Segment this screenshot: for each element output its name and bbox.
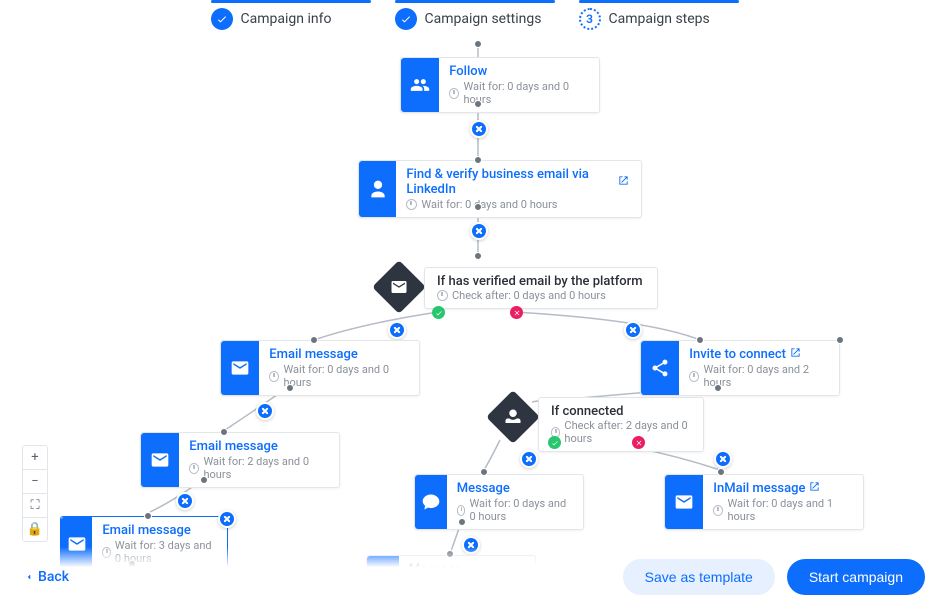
share-icon xyxy=(641,341,679,395)
node-title: InMail message xyxy=(713,481,805,496)
port[interactable] xyxy=(696,336,704,344)
clock-icon xyxy=(437,290,448,301)
zoom-in-button[interactable]: + xyxy=(23,446,47,469)
node-subtitle: Wait for: 0 days and 0 hours xyxy=(469,497,571,523)
node-invite-connect[interactable]: Invite to connect Wait for: 0 days and 2… xyxy=(640,340,840,396)
decision-connected-body[interactable]: If connected Check after: 2 days and 0 h… xyxy=(538,397,704,452)
clock-icon xyxy=(269,371,279,382)
port[interactable] xyxy=(474,100,482,108)
node-follow[interactable]: Follow Wait for: 0 days and 0 hours xyxy=(400,57,600,113)
envelope-icon xyxy=(665,475,703,529)
clock-icon xyxy=(406,199,417,210)
decision-connected-diamond[interactable] xyxy=(486,390,540,444)
node-title: If has verified email by the platform xyxy=(437,274,645,289)
port[interactable] xyxy=(714,384,722,392)
port[interactable] xyxy=(286,384,294,392)
port[interactable] xyxy=(474,203,482,211)
delete-connector-button[interactable] xyxy=(470,222,488,240)
external-link-icon[interactable] xyxy=(790,347,801,362)
node-title: Email message xyxy=(269,347,407,362)
port[interactable] xyxy=(480,468,488,476)
node-title: If connected xyxy=(551,404,691,419)
port[interactable] xyxy=(458,518,466,526)
wizard-stepper: Campaign info Campaign settings 3 Campai… xyxy=(0,0,949,30)
node-subtitle: Wait for: 0 days and 2 hours xyxy=(703,363,827,389)
node-title: Message xyxy=(457,481,571,496)
node-subtitle: Wait for: 0 days and 0 hours xyxy=(283,363,407,389)
clock-icon xyxy=(457,505,466,516)
delete-connector-button[interactable] xyxy=(520,450,538,468)
node-email-2[interactable]: Email message Wait for: 2 days and 0 hou… xyxy=(140,432,340,488)
step-number: 3 xyxy=(579,8,601,30)
delete-connector-button[interactable] xyxy=(388,321,406,339)
node-title: Email message xyxy=(189,439,327,454)
fit-screen-button[interactable]: ⛶ xyxy=(23,493,47,517)
delete-connector-button[interactable] xyxy=(256,402,274,420)
decision-no-icon xyxy=(510,306,523,319)
node-email-1[interactable]: Email message Wait for: 0 days and 0 hou… xyxy=(220,340,420,396)
back-label: Back xyxy=(38,569,69,585)
port[interactable] xyxy=(310,336,318,344)
port[interactable] xyxy=(220,428,228,436)
node-title: Email message xyxy=(102,523,215,538)
step-label: Campaign settings xyxy=(425,11,542,27)
node-inmail[interactable]: InMail message Wait for: 0 days and 1 ho… xyxy=(664,474,864,530)
decision-verified-email-body[interactable]: If has verified email by the platform Ch… xyxy=(424,267,658,309)
node-subtitle: Check after: 2 days and 0 hours xyxy=(564,419,691,445)
save-template-button[interactable]: Save as template xyxy=(623,559,775,595)
port[interactable] xyxy=(717,468,725,476)
step-label: Campaign info xyxy=(241,11,332,27)
port[interactable] xyxy=(474,156,482,164)
start-campaign-button[interactable]: Start campaign xyxy=(787,559,925,595)
decision-yes-icon xyxy=(548,436,561,449)
external-link-icon[interactable] xyxy=(809,481,820,496)
chat-icon xyxy=(415,475,447,529)
port[interactable] xyxy=(836,336,844,344)
decision-yes-icon xyxy=(432,306,445,319)
chevron-left-icon xyxy=(24,572,34,582)
external-link-icon[interactable] xyxy=(618,175,629,190)
clock-icon xyxy=(689,371,699,382)
stepper-campaign-steps[interactable]: 3 Campaign steps xyxy=(579,8,739,30)
decision-verified-email-diamond[interactable] xyxy=(372,260,426,314)
zoom-out-button[interactable]: − xyxy=(23,469,47,493)
clock-icon xyxy=(713,505,723,516)
delete-connector-button[interactable] xyxy=(470,120,488,138)
port[interactable] xyxy=(474,252,482,260)
node-title: Follow xyxy=(449,64,587,79)
stepper-campaign-settings[interactable]: Campaign settings xyxy=(395,8,555,30)
delete-connector-button[interactable] xyxy=(714,450,732,468)
decision-no-icon xyxy=(632,436,645,449)
delete-connector-button[interactable] xyxy=(624,321,642,339)
footer-bar: Back Save as template Start campaign xyxy=(0,547,949,615)
node-message-1[interactable]: Message Wait for: 0 days and 0 hours xyxy=(414,474,584,530)
clock-icon xyxy=(189,463,199,474)
node-find-verify-email[interactable]: Find & verify business email via LinkedI… xyxy=(358,160,642,218)
back-button[interactable]: Back xyxy=(24,569,69,585)
delete-node-button[interactable] xyxy=(218,510,236,528)
check-icon xyxy=(211,8,233,30)
stepper-campaign-info[interactable]: Campaign info xyxy=(211,8,371,30)
node-subtitle: Check after: 0 days and 0 hours xyxy=(452,289,606,302)
delete-connector-button[interactable] xyxy=(176,492,194,510)
node-title: Find & verify business email via LinkedI… xyxy=(406,167,614,197)
follow-icon xyxy=(401,58,439,112)
step-label: Campaign steps xyxy=(609,11,710,27)
zoom-controls: + − ⛶ 🔒 xyxy=(22,445,48,542)
port[interactable] xyxy=(474,40,482,48)
node-subtitle: Wait for: 2 days and 0 hours xyxy=(203,455,327,481)
node-title: Invite to connect xyxy=(689,347,786,362)
port[interactable] xyxy=(144,512,152,520)
envelope-icon xyxy=(141,433,179,487)
node-subtitle: Wait for: 0 days and 1 hours xyxy=(727,497,851,523)
port[interactable] xyxy=(200,476,208,484)
envelope-icon xyxy=(221,341,259,395)
node-subtitle: Wait for: 0 days and 0 hours xyxy=(421,198,557,211)
clock-icon xyxy=(449,88,459,99)
node-subtitle: Wait for: 0 days and 0 hours xyxy=(463,80,587,106)
check-icon xyxy=(395,8,417,30)
linkedin-user-icon xyxy=(359,161,396,217)
lock-canvas-button[interactable]: 🔒 xyxy=(23,517,47,541)
